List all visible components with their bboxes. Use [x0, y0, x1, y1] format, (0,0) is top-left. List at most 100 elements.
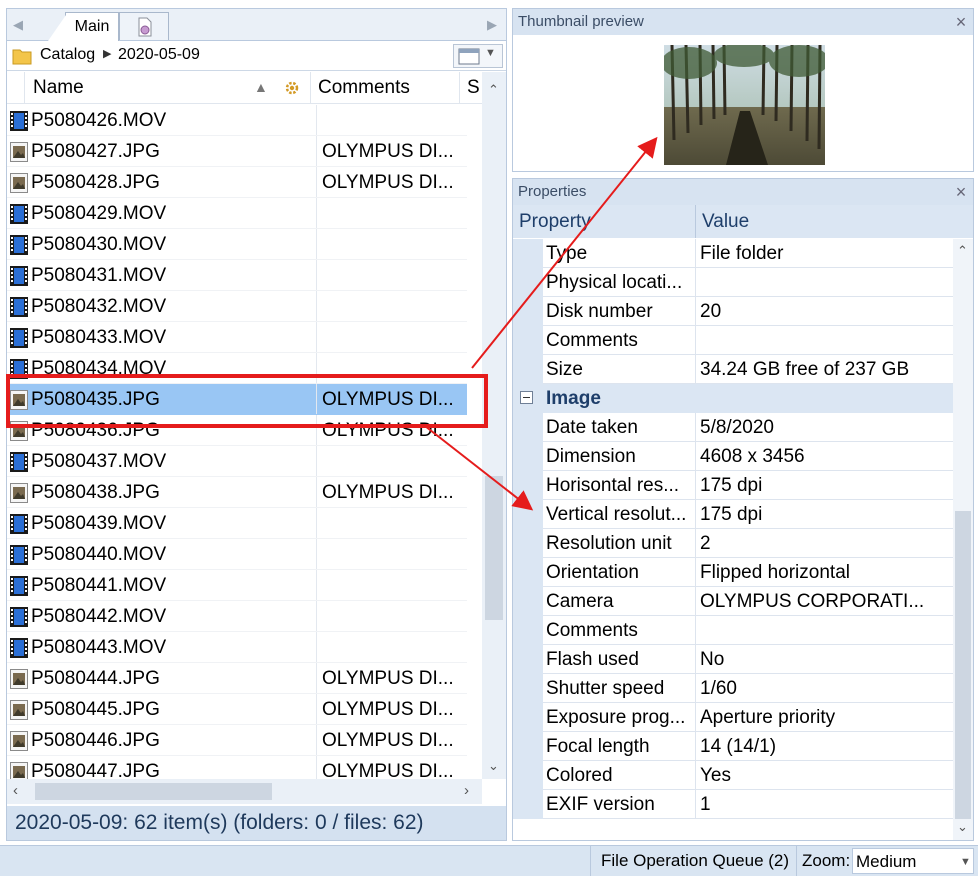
file-comment-cell	[316, 539, 468, 570]
property-value: 20	[695, 297, 953, 326]
properties-grid: Type File folder Physical locati... Disk nu…	[513, 239, 953, 840]
property-key: Exposure prog...	[543, 703, 695, 732]
thumbnail-pane: Thumbnail preview ×	[512, 8, 974, 172]
zoom-select[interactable]: Medium ▼	[852, 848, 974, 874]
close-icon[interactable]: ×	[953, 9, 969, 35]
breadcrumb-folder[interactable]: 2020-05-09	[118, 46, 200, 64]
row-gutter	[513, 558, 543, 587]
column-divider[interactable]	[310, 72, 311, 104]
property-value: 1/60	[695, 674, 953, 703]
file-row[interactable]: P5080443.MOV	[7, 632, 467, 663]
file-name: P5080443.MOV	[31, 637, 167, 658]
property-key: Horisontal res...	[543, 471, 695, 500]
file-row[interactable]: P5080442.MOV	[7, 601, 467, 632]
scroll-thumb[interactable]	[35, 783, 272, 800]
row-gutter	[513, 703, 543, 732]
row-gutter	[513, 268, 543, 297]
property-value: 175 dpi	[695, 500, 953, 529]
property-row[interactable]: Shutter speed 1/60	[513, 674, 953, 703]
file-row[interactable]: P5080429.MOV	[7, 198, 467, 229]
property-row[interactable]: EXIF version 1	[513, 790, 953, 819]
property-row[interactable]: Size 34.24 GB free of 237 GB	[513, 355, 953, 384]
property-column-header[interactable]: Property	[519, 205, 591, 238]
status-divider	[796, 846, 797, 876]
file-row[interactable]: P5080433.MOV	[7, 322, 467, 353]
property-row[interactable]: Dimension 4608 x 3456	[513, 442, 953, 471]
property-value: Aperture priority	[695, 703, 953, 732]
file-row[interactable]: P5080431.MOV	[7, 260, 467, 291]
properties-vertical-scrollbar[interactable]: ⌃ ⌄	[953, 239, 973, 840]
file-row[interactable]: P5080444.JPG OLYMPUS DI...	[7, 663, 467, 694]
file-row[interactable]: P5080438.JPG OLYMPUS DI...	[7, 477, 467, 508]
column-divider[interactable]	[459, 72, 460, 104]
file-comment-cell: OLYMPUS DI...	[316, 167, 468, 198]
property-group-row[interactable]: Image	[513, 384, 953, 413]
property-row[interactable]: Camera OLYMPUS CORPORATI...	[513, 587, 953, 616]
file-row[interactable]: P5080428.JPG OLYMPUS DI...	[7, 167, 467, 198]
file-row[interactable]: P5080446.JPG OLYMPUS DI...	[7, 725, 467, 756]
close-icon[interactable]: ×	[953, 179, 969, 205]
tab-scroll-right-icon[interactable]: ▶	[483, 15, 501, 35]
file-row[interactable]: P5080430.MOV	[7, 229, 467, 260]
file-list-horizontal-scrollbar[interactable]: ‹ ›	[7, 779, 482, 804]
file-row[interactable]: P5080445.JPG OLYMPUS DI...	[7, 694, 467, 725]
scroll-up-icon[interactable]: ⌃	[488, 82, 499, 98]
property-row[interactable]: Colored Yes	[513, 761, 953, 790]
property-row[interactable]: Comments	[513, 326, 953, 355]
file-row[interactable]: P5080426.MOV	[7, 105, 467, 136]
file-operation-queue[interactable]: File Operation Queue (2)	[601, 846, 789, 875]
file-name: P5080445.JPG	[31, 699, 160, 720]
tab-main[interactable]: Main	[48, 12, 119, 41]
file-name: P5080446.JPG	[31, 730, 160, 751]
property-row[interactable]: Exposure prog... Aperture priority	[513, 703, 953, 732]
scroll-left-icon[interactable]: ‹	[13, 782, 18, 799]
column-comments-header[interactable]: Comments	[318, 77, 410, 99]
thumbnail-image	[664, 45, 825, 165]
value-column-header[interactable]: Value	[702, 205, 749, 238]
property-row[interactable]: Disk number 20	[513, 297, 953, 326]
property-row[interactable]: Date taken 5/8/2020	[513, 413, 953, 442]
breadcrumb-catalog[interactable]: Catalog	[40, 46, 95, 64]
file-row[interactable]: P5080440.MOV	[7, 539, 467, 570]
zoom-value: Medium	[856, 852, 917, 871]
row-gutter	[513, 471, 543, 500]
property-row[interactable]: Focal length 14 (14/1)	[513, 732, 953, 761]
gear-icon[interactable]	[283, 79, 301, 97]
column-name-header[interactable]: Name	[33, 77, 84, 99]
tab-second[interactable]	[119, 12, 169, 40]
row-gutter	[513, 674, 543, 703]
scroll-down-icon[interactable]: ⌄	[488, 758, 499, 774]
file-name: P5080426.MOV	[31, 110, 167, 131]
scroll-thumb[interactable]	[955, 511, 971, 819]
property-row[interactable]: Type File folder	[513, 239, 953, 268]
file-row[interactable]: P5080437.MOV	[7, 446, 467, 477]
file-name: P5080437.MOV	[31, 451, 167, 472]
file-row[interactable]: P5080427.JPG OLYMPUS DI...	[7, 136, 467, 167]
scroll-up-icon[interactable]: ⌃	[957, 243, 968, 259]
property-row[interactable]: Comments	[513, 616, 953, 645]
column-divider[interactable]	[695, 205, 696, 238]
property-row[interactable]: Vertical resolut... 175 dpi	[513, 500, 953, 529]
property-row[interactable]: Horisontal res... 175 dpi	[513, 471, 953, 500]
column-size-header[interactable]: S	[467, 77, 480, 99]
file-row[interactable]: P5080432.MOV	[7, 291, 467, 322]
property-row[interactable]: Physical locati...	[513, 268, 953, 297]
view-mode-button[interactable]: ▼	[453, 44, 503, 68]
image-file-icon	[10, 483, 28, 503]
scroll-right-icon[interactable]: ›	[464, 782, 469, 799]
file-row[interactable]: P5080441.MOV	[7, 570, 467, 601]
file-row[interactable]: P5080447.JPG OLYMPUS DI...	[7, 756, 467, 779]
file-comment: OLYMPUS DI...	[322, 668, 454, 689]
collapse-icon[interactable]	[520, 391, 533, 404]
property-key: Dimension	[543, 442, 695, 471]
property-key: Disk number	[543, 297, 695, 326]
scroll-thumb[interactable]	[485, 476, 503, 620]
file-row[interactable]: P5080439.MOV	[7, 508, 467, 539]
file-comment: OLYMPUS DI...	[322, 761, 454, 779]
document-icon	[138, 17, 152, 37]
scroll-down-icon[interactable]: ⌄	[957, 819, 968, 835]
property-row[interactable]: Resolution unit 2	[513, 529, 953, 558]
tab-scroll-left-icon[interactable]: ◀	[9, 15, 27, 35]
property-row[interactable]: Flash used No	[513, 645, 953, 674]
property-row[interactable]: Orientation Flipped horizontal	[513, 558, 953, 587]
